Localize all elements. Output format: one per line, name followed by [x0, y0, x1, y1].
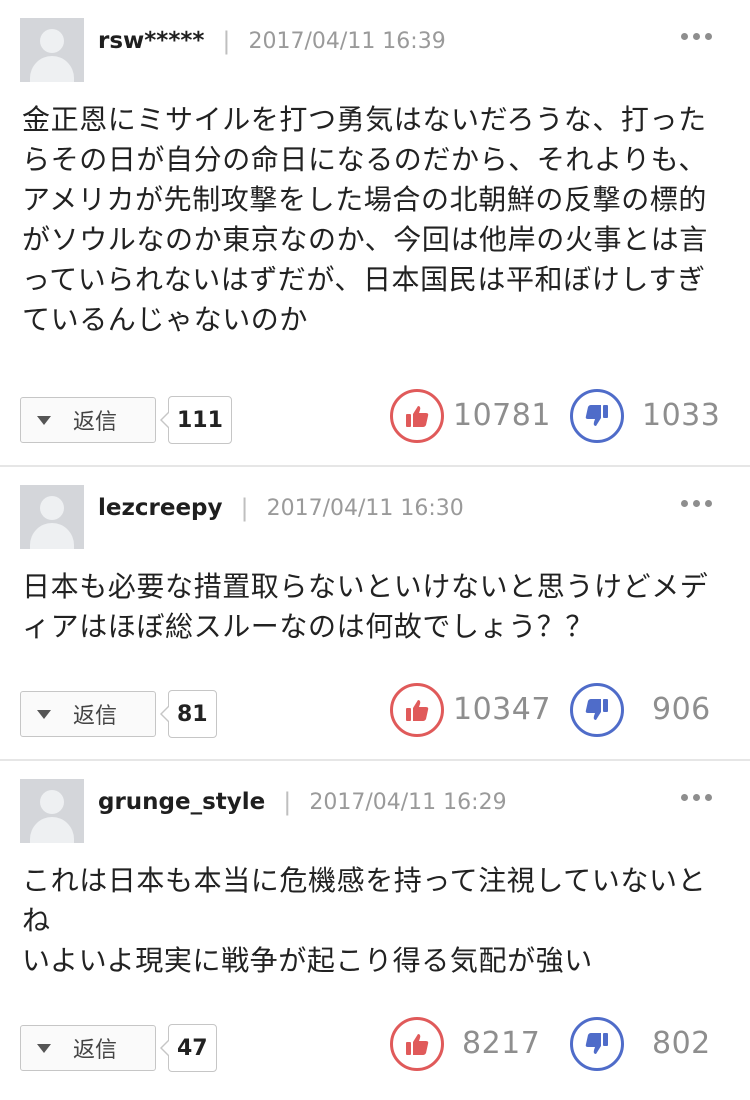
comment-meta: lezcreepy | 2017/04/11 16:30 [98, 491, 660, 525]
more-options-icon[interactable] [681, 33, 712, 40]
dislike-button[interactable] [570, 1017, 624, 1071]
meta-separator: | [283, 788, 292, 816]
reply-count: 81 [160, 690, 217, 738]
like-count: 10347 [453, 692, 551, 727]
triangle-down-icon [37, 415, 51, 425]
reply-button[interactable]: 返信 [20, 397, 156, 443]
dislike-count: 906 [652, 692, 711, 727]
avatar[interactable] [20, 18, 84, 82]
thumbs-up-icon [406, 406, 429, 427]
triangle-down-icon [37, 709, 51, 719]
comment-item: rsw***** | 2017/04/11 16:39 金正恩にミサイルを打つ勇… [0, 0, 750, 467]
dislike-button[interactable] [570, 389, 624, 443]
comment-text: これは日本も本当に危機感を持って注視していないとね いよいよ現実に戦争が起こり得… [22, 864, 707, 977]
thumbs-up-icon [406, 700, 429, 721]
more-options-icon[interactable] [681, 500, 712, 507]
like-button[interactable] [390, 389, 444, 443]
triangle-down-icon [37, 1043, 51, 1053]
reply-label: 返信 [73, 410, 118, 435]
comment-meta: grunge_style | 2017/04/11 16:29 [98, 785, 660, 819]
reply-button[interactable]: 返信 [20, 1025, 156, 1071]
comment-text: 日本も必要な措置取らないといけないと思うけどメディアはほぼ総スルーなのは何故でし… [22, 570, 709, 643]
thumbs-down-icon [585, 405, 608, 426]
comment-meta: rsw***** | 2017/04/11 16:39 [98, 24, 660, 58]
avatar[interactable] [20, 485, 84, 549]
username[interactable]: lezcreepy [98, 495, 223, 521]
like-button[interactable] [390, 1017, 444, 1071]
timestamp: 2017/04/11 16:39 [248, 28, 446, 54]
like-button[interactable] [390, 683, 444, 737]
thumbs-down-icon [585, 1033, 608, 1054]
reply-count: 111 [160, 396, 232, 444]
like-count: 8217 [462, 1026, 541, 1061]
thumbs-up-icon [406, 1034, 429, 1055]
reply-label: 返信 [73, 1038, 118, 1063]
avatar[interactable] [20, 779, 84, 843]
dislike-count: 1033 [642, 398, 721, 433]
comment-item: grunge_style | 2017/04/11 16:29 これは日本も本当… [0, 761, 750, 1100]
reply-count: 47 [160, 1024, 217, 1072]
timestamp: 2017/04/11 16:30 [266, 495, 464, 521]
comment-item: lezcreepy | 2017/04/11 16:30 日本も必要な措置取らな… [0, 467, 750, 761]
username[interactable]: rsw***** [98, 28, 204, 54]
meta-separator: | [240, 494, 249, 522]
reply-label: 返信 [73, 704, 118, 729]
more-options-icon[interactable] [681, 794, 712, 801]
username[interactable]: grunge_style [98, 789, 265, 815]
like-count: 10781 [453, 398, 551, 433]
comment-text: 金正恩にミサイルを打つ勇気はないだろうな、打ったらその日が自分の命日になるのだか… [22, 103, 708, 336]
reply-button[interactable]: 返信 [20, 691, 156, 737]
dislike-button[interactable] [570, 683, 624, 737]
dislike-count: 802 [652, 1026, 711, 1061]
timestamp: 2017/04/11 16:29 [309, 789, 507, 815]
meta-separator: | [222, 27, 231, 55]
thumbs-down-icon [585, 699, 608, 720]
